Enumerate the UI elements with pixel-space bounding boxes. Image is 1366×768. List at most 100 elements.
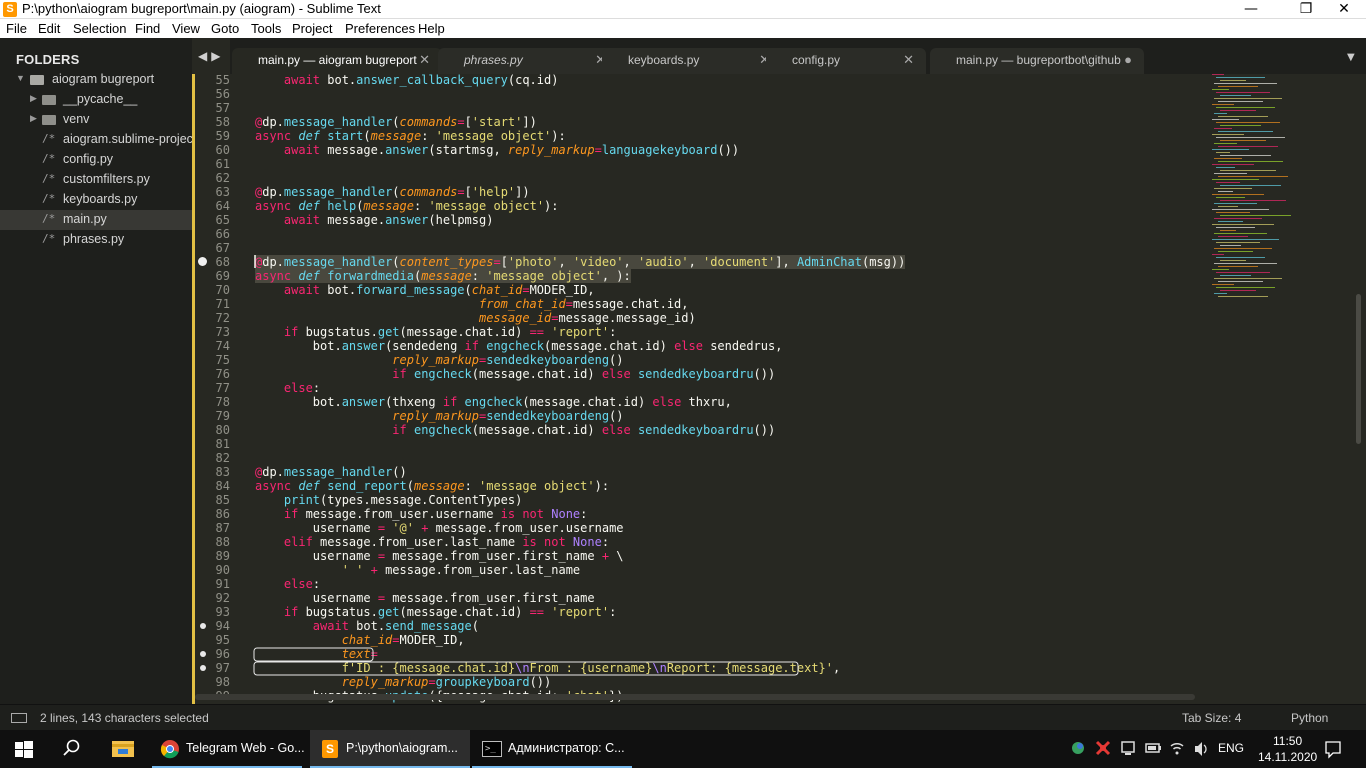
minimap-line <box>1212 134 1244 135</box>
minimap-line <box>1214 128 1232 129</box>
taskbar-cmd[interactable]: >_ Администратор: C... <box>472 730 632 768</box>
scrollbar-thumb[interactable] <box>1356 294 1361 444</box>
taskbar: Telegram Web - Go... S P:\python\aiogram… <box>0 730 1366 768</box>
menu-tools[interactable]: Tools <box>251 21 281 36</box>
minimap-line <box>1214 158 1242 159</box>
device-tray-icon[interactable] <box>1120 730 1136 768</box>
close-button[interactable]: ✕ <box>1321 0 1366 19</box>
sidebar-item-keyboards[interactable]: /* keyboards.py <box>0 190 192 210</box>
minimap-line <box>1220 110 1256 111</box>
minimap-line <box>1214 218 1262 219</box>
clock[interactable]: 11:50 14.11.2020 <box>1258 733 1317 765</box>
minimap-line <box>1212 194 1264 195</box>
minimap[interactable] <box>1212 74 1352 704</box>
panel-toggle-icon[interactable] <box>11 713 27 723</box>
language-indicator[interactable]: ENG <box>1218 741 1244 755</box>
syntax-selector[interactable]: Python <box>1291 711 1328 725</box>
folder-icon <box>42 115 56 125</box>
minimap-line <box>1218 266 1258 267</box>
vertical-scrollbar[interactable] <box>1354 74 1362 704</box>
minimap-line <box>1214 203 1257 204</box>
folder-icon <box>42 95 56 105</box>
windows-start-icon[interactable] <box>14 730 34 768</box>
horizontal-scrollbar[interactable] <box>195 694 1195 700</box>
tab-main-py[interactable]: main.py — aiogram bugreport ✕ <box>232 48 442 74</box>
globe-tray-icon[interactable] <box>1070 730 1086 768</box>
chevron-right-icon[interactable]: ▶ <box>30 93 37 104</box>
tab-main-py-github[interactable]: main.py — bugreportbot\github ● <box>930 48 1144 74</box>
minimap-line <box>1216 227 1255 228</box>
minimap-line <box>1220 215 1291 216</box>
unsaved-dot-icon[interactable]: ● <box>1124 52 1132 67</box>
minimap-line <box>1216 287 1275 288</box>
selection-outline-line-96 <box>253 647 374 662</box>
minimap-line <box>1212 74 1224 75</box>
notifications-icon[interactable] <box>1324 730 1342 768</box>
sidebar-item-customfilters[interactable]: /* customfilters.py <box>0 170 192 190</box>
search-icon[interactable] <box>62 730 82 768</box>
minimap-line <box>1218 281 1263 282</box>
minimap-line <box>1218 86 1258 87</box>
red-tray-icon[interactable] <box>1094 730 1112 768</box>
menu-view[interactable]: View <box>172 21 200 36</box>
chevron-right-icon[interactable]: ▶ <box>30 113 37 124</box>
tab-keyboards-py[interactable]: keyboards.py ✕ <box>602 48 782 74</box>
close-tab-icon[interactable]: ✕ <box>903 52 914 68</box>
tab-size-selector[interactable]: Tab Size: 4 <box>1182 711 1241 725</box>
minimap-line <box>1214 233 1267 234</box>
menu-help[interactable]: Help <box>418 21 445 36</box>
taskbar-sublime[interactable]: S P:\python\aiogram... <box>310 730 470 768</box>
minimap-line <box>1218 191 1233 192</box>
menu-find[interactable]: Find <box>135 21 160 36</box>
menu-edit[interactable]: Edit <box>38 21 60 36</box>
volume-icon[interactable] <box>1192 730 1210 768</box>
taskbar-telegram[interactable]: Telegram Web - Go... <box>152 730 305 768</box>
tab-config-py[interactable]: config.py ✕ <box>766 48 926 74</box>
code-editor[interactable]: 55 await bot.answer_callback_query(cq.id… <box>192 74 1366 704</box>
sidebar-item-label: venv <box>63 112 90 126</box>
sublime-app-icon: S <box>3 2 17 17</box>
minimap-line <box>1212 89 1229 90</box>
chevron-down-icon[interactable]: ▼ <box>16 73 25 83</box>
minimap-line <box>1220 125 1261 126</box>
title-bar: S P:\python\aiogram bugreport\main.py (a… <box>0 0 1366 19</box>
minimap-line <box>1220 260 1246 261</box>
sublime-icon: S <box>322 740 338 758</box>
nav-back-icon[interactable]: ◀ <box>198 49 211 63</box>
minimap-line <box>1212 224 1274 225</box>
minimap-line <box>1212 239 1279 240</box>
minimap-line <box>1214 113 1227 114</box>
menu-preferences[interactable]: Preferences <box>345 21 415 36</box>
tab-label: keyboards.py <box>628 53 700 67</box>
minimap-line <box>1216 257 1265 258</box>
wifi-icon[interactable] <box>1168 730 1186 768</box>
sidebar-item-main[interactable]: /* main.py <box>0 210 192 230</box>
minimap-line <box>1218 101 1263 102</box>
minimap-line <box>1216 77 1265 78</box>
minimize-button[interactable]: — <box>1228 0 1274 19</box>
menu-file[interactable]: File <box>6 21 27 36</box>
tab-dropdown-icon[interactable]: ▼ <box>1347 52 1355 63</box>
window-title: P:\python\aiogram bugreport\main.py (aio… <box>22 1 381 16</box>
sidebar-item-venv[interactable]: ▶ venv <box>0 110 192 130</box>
sidebar-item-label: __pycache__ <box>63 92 138 106</box>
minimap-line <box>1220 245 1241 246</box>
sidebar-item-sublime-project[interactable]: /* aiogram.sublime-project <box>0 130 192 150</box>
minimap-line <box>1220 80 1246 81</box>
minimap-line <box>1220 290 1256 291</box>
file-explorer-icon[interactable] <box>111 730 135 768</box>
menu-selection[interactable]: Selection <box>73 21 126 36</box>
sidebar-item-pycache[interactable]: ▶ __pycache__ <box>0 90 192 110</box>
minimap-line <box>1214 248 1272 249</box>
minimap-line <box>1214 83 1277 84</box>
sidebar-item-phrases[interactable]: /* phrases.py <box>0 230 192 250</box>
menu-project[interactable]: Project <box>292 21 332 36</box>
sidebar-item-aiogram-bugreport[interactable]: ▼ aiogram bugreport <box>0 70 192 90</box>
sidebar-item-config[interactable]: /* config.py <box>0 150 192 170</box>
menu-goto[interactable]: Goto <box>211 21 239 36</box>
tab-phrases-py[interactable]: phrases.py ✕ <box>438 48 618 74</box>
clock-date: 14.11.2020 <box>1258 750 1318 764</box>
battery-icon[interactable] <box>1144 730 1162 768</box>
nav-forward-icon[interactable]: ▶ <box>211 49 224 63</box>
close-tab-icon[interactable]: ✕ <box>419 52 430 68</box>
